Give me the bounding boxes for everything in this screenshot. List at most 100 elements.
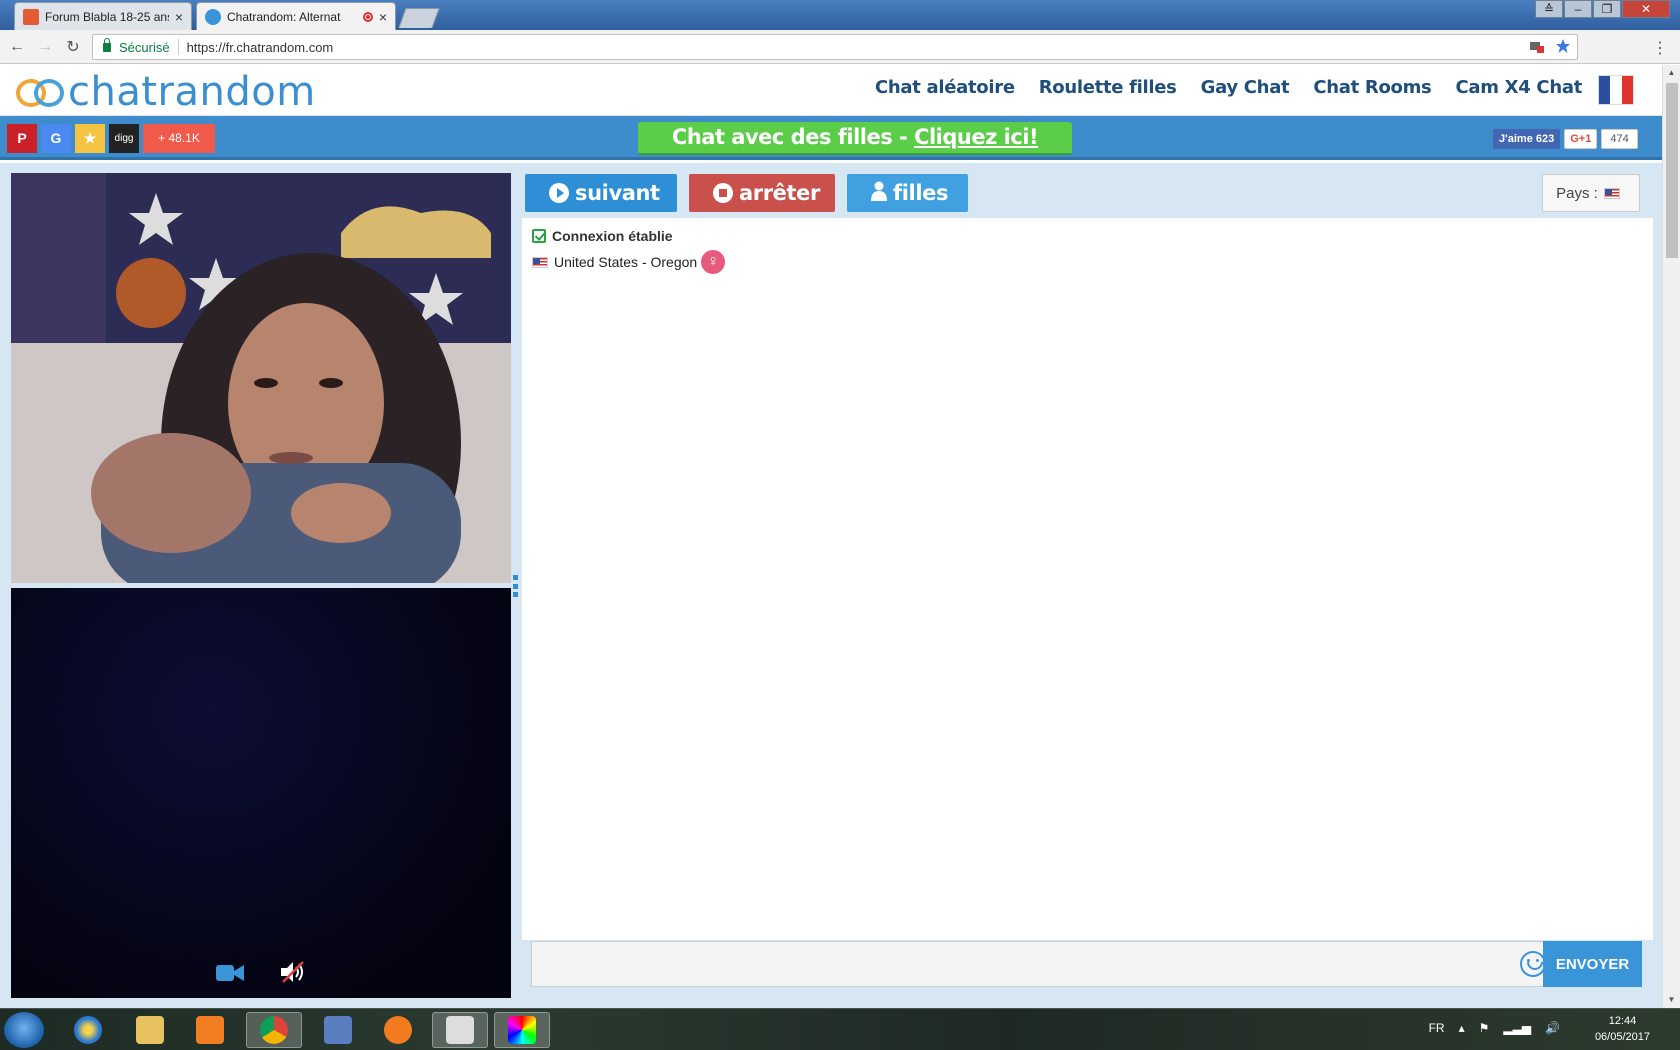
page-scrollbar[interactable]: ▲ ▼: [1662, 65, 1680, 1008]
check-icon: [532, 229, 546, 243]
nav-chat-rooms[interactable]: Chat Rooms: [1313, 77, 1431, 98]
female-gender-icon: ♀: [701, 250, 726, 274]
emoji-icon[interactable]: [1520, 951, 1546, 977]
play-icon: [549, 183, 569, 203]
camera-toggle-icon[interactable]: [216, 963, 244, 983]
minimize-button[interactable]: –: [1564, 0, 1592, 18]
camera-blocked-icon[interactable]: [1529, 38, 1545, 54]
url-text[interactable]: https://fr.chatrandom.com: [187, 40, 334, 55]
send-button[interactable]: ENVOYER: [1543, 941, 1642, 987]
windows-start-button[interactable]: [4, 1012, 44, 1048]
nav-cam-x4-chat[interactable]: Cam X4 Chat: [1455, 77, 1582, 98]
folder-icon: [136, 1016, 164, 1044]
tab-chatrandom[interactable]: Chatrandom: Alternat ×: [196, 2, 396, 30]
tab-close-icon[interactable]: ×: [379, 9, 387, 25]
stop-button[interactable]: arrêter: [689, 174, 835, 212]
taskbar-file-explorer[interactable]: [122, 1012, 178, 1048]
nav-gay-chat[interactable]: Gay Chat: [1201, 77, 1290, 98]
stop-icon: [713, 183, 733, 203]
taskbar-avast[interactable]: [370, 1012, 426, 1048]
chat-bubbles-logo-icon: [14, 71, 70, 113]
taskbar-internet-explorer[interactable]: [60, 1012, 116, 1048]
show-hidden-icons-icon[interactable]: ▴: [1459, 1021, 1465, 1035]
address-toolbar: ← → ↻ Sécurisé https://fr.chatrandom.com…: [0, 30, 1680, 64]
video-resize-handle[interactable]: [513, 575, 519, 597]
google-share-button[interactable]: G: [41, 124, 71, 153]
taskbar-chrome[interactable]: [246, 1012, 302, 1048]
back-button[interactable]: ←: [6, 38, 28, 56]
restore-button[interactable]: ❐: [1593, 0, 1621, 18]
action-center-flag-icon[interactable]: ⚑: [1479, 1021, 1490, 1035]
nav-chat-aleatoire[interactable]: Chat aléatoire: [875, 77, 1015, 98]
taskbar-paint[interactable]: [494, 1012, 550, 1048]
girls-chat-cta-button[interactable]: Chat avec des filles - Cliquez ici!: [638, 122, 1072, 155]
taskbar-media-player[interactable]: [182, 1012, 238, 1048]
divider: [177, 39, 179, 55]
scrollbar-thumb[interactable]: [1666, 83, 1678, 258]
status-message: Connexion établie: [532, 228, 673, 244]
chat-panel: suivant arrêter filles Pays : Connexion …: [522, 169, 1653, 1001]
favorite-star-button[interactable]: ★: [75, 124, 105, 153]
network-signal-icon[interactable]: ▂▃▅: [1503, 1021, 1531, 1035]
more-share-button[interactable]: + 48.1K: [143, 124, 215, 153]
country-label: Pays :: [1556, 184, 1598, 202]
bookmark-star-icon[interactable]: [1555, 38, 1571, 54]
clock-date: 06/05/2017: [1594, 1031, 1650, 1043]
browser-tab-strip: Forum Blabla 18-25 ans × Chatrandom: Alt…: [0, 0, 1680, 30]
google-plus-button[interactable]: G+1: [1564, 129, 1598, 149]
tab-title: Chatrandom: Alternat: [227, 9, 341, 24]
promo-banner: P G ★ digg + 48.1K Chat avec des filles …: [0, 116, 1662, 160]
scroll-up-arrow-icon[interactable]: ▲: [1663, 65, 1680, 81]
main-area: suivant arrêter filles Pays : Connexion …: [0, 163, 1662, 1008]
country-selector[interactable]: Pays :: [1542, 174, 1640, 212]
lock-icon: [103, 37, 111, 52]
user-profile-button[interactable]: ≙: [1535, 0, 1563, 18]
nav-roulette-filles[interactable]: Roulette filles: [1039, 77, 1177, 98]
omnibox[interactable]: Sécurisé https://fr.chatrandom.com: [92, 34, 1578, 60]
stop-button-label: arrêter: [739, 181, 820, 205]
digg-share-button[interactable]: digg: [109, 124, 139, 153]
pinterest-share-button[interactable]: P: [7, 124, 37, 153]
taskbar-chat-app[interactable]: [432, 1012, 488, 1048]
recording-indicator-icon: [362, 11, 373, 22]
control-buttons: suivant arrêter filles: [525, 174, 968, 212]
cta-link[interactable]: Cliquez ici!: [914, 125, 1039, 149]
chat-log: Connexion établie United States - Oregon…: [522, 218, 1653, 940]
top-navigation: Chat aléatoire Roulette filles Gay Chat …: [875, 77, 1582, 98]
taskbar-app[interactable]: [310, 1012, 366, 1048]
browser-menu-icon[interactable]: ⋮: [1652, 38, 1668, 58]
media-player-icon: [196, 1016, 224, 1044]
language-indicator[interactable]: FR: [1429, 1021, 1445, 1035]
chat-bubble-icon: [446, 1016, 474, 1044]
reload-button[interactable]: ↻: [62, 37, 84, 57]
windows-taskbar: FR ▴ ⚑ ▂▃▅ 🔊 12:44 06/05/2017: [0, 1008, 1680, 1050]
speaker-muted-icon[interactable]: [279, 960, 307, 984]
clock[interactable]: 12:44 06/05/2017: [1595, 1013, 1650, 1045]
my-video: [11, 588, 511, 998]
volume-icon[interactable]: 🔊: [1545, 1021, 1560, 1035]
status-text: Connexion établie: [552, 228, 673, 244]
scroll-down-arrow-icon[interactable]: ▼: [1663, 992, 1680, 1008]
site-logo[interactable]: chatrandom: [14, 69, 316, 115]
facebook-like-button[interactable]: J'aime 623: [1493, 129, 1561, 149]
color-palette-icon: [508, 1016, 536, 1044]
us-flag-icon: [532, 256, 548, 268]
next-button-label: suivant: [575, 181, 660, 205]
close-window-button[interactable]: ✕: [1622, 0, 1670, 18]
next-button[interactable]: suivant: [525, 174, 677, 212]
girls-filter-button[interactable]: filles: [847, 174, 968, 212]
tab-close-icon[interactable]: ×: [175, 9, 183, 25]
internet-explorer-icon: [74, 1016, 102, 1044]
message-input[interactable]: [531, 941, 1543, 987]
forward-button[interactable]: →: [34, 38, 56, 56]
location-message: United States - Oregon ♀: [532, 250, 726, 274]
user-icon: [871, 181, 887, 206]
system-tray: FR ▴ ⚑ ▂▃▅ 🔊: [1429, 1021, 1560, 1035]
avast-icon: [384, 1016, 412, 1044]
partner-webcam-image: [11, 173, 511, 583]
google-plus-count: 474: [1601, 129, 1638, 149]
forum-favicon-icon: [23, 8, 39, 25]
tab-forum[interactable]: Forum Blabla 18-25 ans ×: [14, 2, 192, 30]
french-flag-icon[interactable]: [1598, 75, 1634, 105]
new-tab-button[interactable]: [398, 8, 440, 28]
